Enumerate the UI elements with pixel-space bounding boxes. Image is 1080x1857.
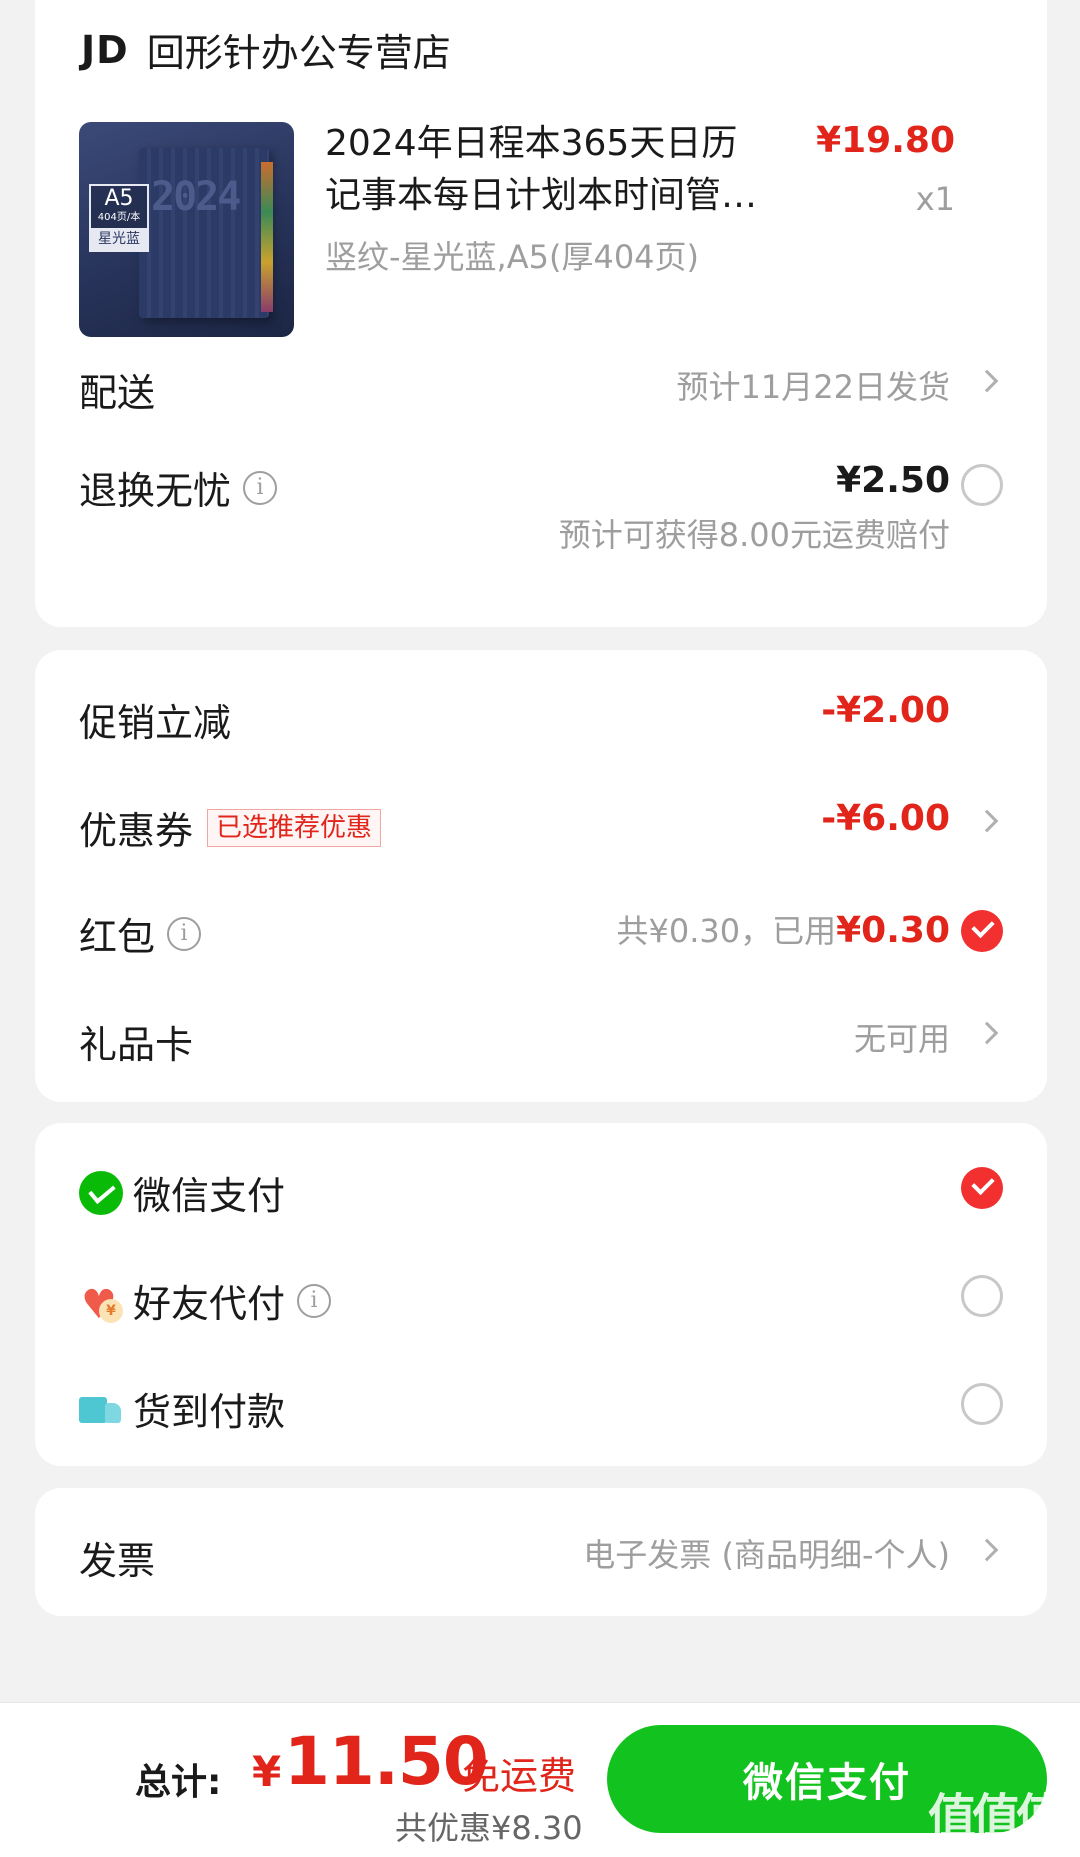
product-price: ¥19.80 xyxy=(816,120,955,161)
chevron-right-icon xyxy=(975,1021,999,1045)
return-insurance-text: 退换无忧 xyxy=(79,469,232,513)
payment-wechat-radio[interactable] xyxy=(961,1167,1003,1209)
coupon-label: 优惠券 xyxy=(79,809,194,853)
redpacket-used: ¥0.30 xyxy=(836,910,950,951)
store-card: JD 回形针办公专营店 2024 A5 404页/本 星光蓝 2024年日程本3… xyxy=(35,0,1047,627)
total-saved: 共优惠¥8.30 xyxy=(395,1809,583,1847)
product-variant: 竖纹-星光蓝,A5(厚404页) xyxy=(325,238,700,276)
checkout-bar: 总计: ¥ 11.50 免运费 共优惠¥8.30 微信支付 xyxy=(0,1702,1080,1857)
payment-friend-text: 好友代付 xyxy=(133,1282,286,1326)
badge-color: 星光蓝 xyxy=(91,228,147,250)
truck-icon xyxy=(79,1387,123,1431)
payment-wechat-text: 微信支付 xyxy=(133,1174,286,1218)
free-shipping: 免运费 xyxy=(462,1754,577,1798)
return-insurance-radio[interactable] xyxy=(961,464,1003,506)
badge-size: A5 xyxy=(104,186,134,211)
coupon-value: -¥6.00 xyxy=(821,798,950,839)
payment-friend-label: ♥ ¥ 好友代付 i xyxy=(79,1273,332,1328)
giftcard-label: 礼品卡 xyxy=(79,1023,194,1067)
spec-badge: A5 404页/本 星光蓝 xyxy=(89,184,149,252)
store-header[interactable]: JD 回形针办公专营店 xyxy=(81,22,451,77)
delivery-label: 配送 xyxy=(79,371,156,415)
info-icon[interactable]: i xyxy=(167,916,202,951)
giftcard-value: 无可用 xyxy=(853,1020,950,1058)
total-currency: ¥ xyxy=(252,1747,282,1796)
payment-friend-radio[interactable] xyxy=(961,1275,1003,1317)
jd-logo: JD xyxy=(81,27,129,72)
redpacket-label-wrap: 红包 i xyxy=(79,906,202,961)
badge-pages: 404页/本 xyxy=(97,212,141,223)
total-label: 总计: xyxy=(135,1762,222,1803)
wechat-icon xyxy=(79,1170,123,1215)
redpacket-value: 共¥0.30，已用¥0.30 xyxy=(617,906,951,952)
book-year: 2024 xyxy=(151,174,241,220)
payment-card: 微信支付 ♥ ¥ 好友代付 i 货到付款 xyxy=(35,1123,1047,1466)
payment-cod-radio[interactable] xyxy=(961,1383,1003,1425)
watermark-site: zhizhizhi.com xyxy=(932,1834,1054,1855)
total-amount: 11.50 xyxy=(284,1723,489,1800)
chevron-right-icon xyxy=(975,369,999,393)
payment-cod-text: 货到付款 xyxy=(133,1390,286,1434)
invoice-value: 电子发票 (商品明细-个人) xyxy=(583,1536,950,1574)
discounts-card: 促销立减 -¥2.00 优惠券 已选推荐优惠 -¥6.00 红包 i 共¥0.3… xyxy=(35,650,1047,1102)
invoice-card[interactable]: 发票 电子发票 (商品明细-个人) xyxy=(35,1488,1047,1616)
payment-wechat-label: 微信支付 xyxy=(79,1165,285,1220)
store-name: 回形针办公专营店 xyxy=(146,31,451,75)
invoice-label: 发票 xyxy=(79,1539,156,1583)
redpacket-total: 共¥0.30，已用 xyxy=(616,912,837,950)
product-quantity: x1 xyxy=(915,180,955,218)
product-image[interactable]: 2024 A5 404页/本 星光蓝 xyxy=(79,122,294,337)
coupon-label-wrap: 优惠券 已选推荐优惠 xyxy=(79,800,382,855)
chevron-right-icon xyxy=(975,809,999,833)
payment-cod-label: 货到付款 xyxy=(79,1381,285,1436)
return-insurance-label: 退换无忧 i xyxy=(79,460,278,515)
friend-pay-icon: ♥ ¥ xyxy=(79,1279,123,1325)
coupon-tag: 已选推荐优惠 xyxy=(207,808,382,847)
delivery-value: 预计11月22日发货 xyxy=(676,368,950,406)
return-insurance-note: 预计可获得8.00元运费赔付 xyxy=(558,516,950,554)
promo-label: 促销立减 xyxy=(79,701,232,745)
info-icon[interactable]: i xyxy=(243,470,278,505)
chevron-right-icon xyxy=(975,1538,999,1562)
redpacket-label: 红包 xyxy=(79,915,156,959)
product-title[interactable]: 2024年日程本365天日历记事本每日计划本时间管理自律本笔记本 xyxy=(325,118,765,222)
return-insurance-price: ¥2.50 xyxy=(836,460,950,501)
info-icon[interactable]: i xyxy=(297,1283,332,1318)
promo-value: -¥2.00 xyxy=(821,690,950,731)
book-spine-tabs xyxy=(261,162,273,312)
redpacket-checkbox[interactable] xyxy=(961,910,1003,952)
